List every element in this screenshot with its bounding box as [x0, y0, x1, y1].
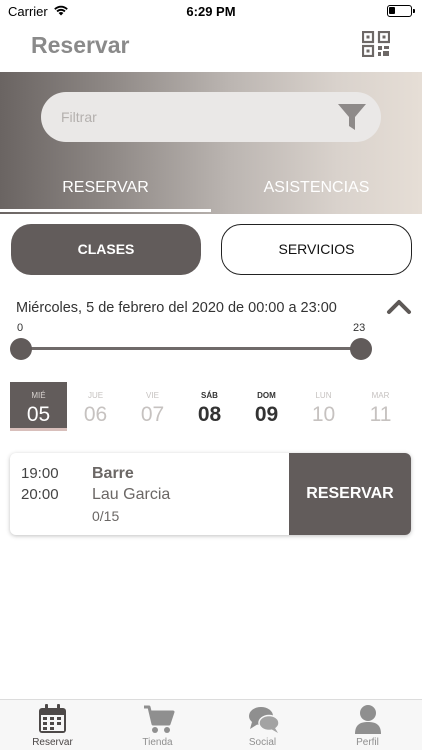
day-number-label: 05: [26, 403, 51, 426]
status-bar: Carrier 6:29 PM: [0, 0, 422, 24]
day-number-label: 11: [369, 403, 392, 426]
battery-icon: [387, 5, 415, 17]
hour-range-slider[interactable]: [22, 347, 362, 350]
tab-reservar[interactable]: RESERVAR: [0, 179, 211, 207]
class-end-time: 20:00: [21, 486, 59, 503]
chat-bubbles-icon: [249, 707, 280, 733]
tabbar-item-tienda[interactable]: Tienda: [105, 700, 210, 750]
class-card: 19:00 20:00 Barre Lau Garcia 0/15 RESERV…: [10, 453, 411, 535]
tabbar-label: Tienda: [142, 737, 173, 748]
clock: 6:29 PM: [186, 4, 236, 19]
chevron-up-icon[interactable]: [386, 297, 412, 315]
date-range-label: Miércoles, 5 de febrero del 2020 de 00:0…: [16, 300, 337, 316]
slider-handle-end[interactable]: [350, 338, 372, 360]
filter-input[interactable]: [61, 92, 331, 142]
filter-box: [41, 92, 381, 142]
class-instructor: Lau Garcia: [92, 486, 171, 503]
day-09[interactable]: DOM 09: [238, 382, 295, 431]
day-number-label: 10: [311, 403, 336, 426]
segment-servicios-button[interactable]: SERVICIOS: [221, 224, 412, 275]
class-name: Barre: [92, 465, 134, 482]
cart-icon: [144, 705, 175, 733]
filter-funnel-icon[interactable]: [337, 102, 367, 132]
tabbar-label: Social: [248, 737, 277, 748]
day-08[interactable]: SÁB 08: [181, 382, 238, 431]
day-of-week-label: SÁB: [201, 391, 218, 400]
day-of-week-label: VIE: [146, 391, 159, 400]
day-07[interactable]: VIE 07: [124, 382, 181, 431]
day-of-week-label: MAR: [371, 391, 390, 400]
day-of-week-label: MIÉ: [31, 391, 46, 400]
qr-code-icon[interactable]: [361, 30, 391, 58]
segment-clases-button[interactable]: CLASES: [11, 224, 201, 275]
page-title: Reservar: [31, 32, 130, 58]
class-start-time: 19:00: [21, 465, 59, 482]
day-05[interactable]: MIÉ 05: [10, 382, 67, 431]
tabbar-item-perfil[interactable]: Perfil: [315, 700, 420, 750]
calendar-icon: [39, 704, 66, 733]
day-number-label: 09: [254, 403, 279, 426]
day-number-label: 06: [83, 403, 108, 426]
tabbar-label: Perfil: [356, 737, 379, 748]
day-10[interactable]: LUN 10: [295, 382, 352, 431]
day-number-label: 07: [140, 403, 165, 426]
tab-indicator: [0, 209, 211, 212]
day-of-week-label: DOM: [257, 391, 276, 400]
day-of-week-label: LUN: [315, 391, 332, 400]
nav-header: Reservar: [0, 24, 422, 72]
range-min-label: 0: [17, 322, 24, 334]
person-icon: [355, 705, 381, 734]
tabbar-item-reservar[interactable]: Reservar: [0, 700, 105, 750]
day-of-week-label: JUE: [87, 391, 104, 400]
slider-handle-start[interactable]: [10, 338, 32, 360]
reserve-button[interactable]: RESERVAR: [289, 453, 411, 535]
range-max-label: 23: [353, 322, 366, 334]
day-11[interactable]: MAR 11: [352, 382, 409, 431]
tab-asistencias[interactable]: ASISTENCIAS: [211, 179, 422, 207]
day-number-label: 08: [197, 403, 222, 426]
tabbar-item-social[interactable]: Social: [210, 700, 315, 750]
bottom-tab-bar: Reservar Tienda Social Perfil: [0, 699, 422, 750]
hero-banner: RESERVAR ASISTENCIAS: [0, 72, 422, 214]
tabbar-label: Reservar: [32, 737, 73, 748]
day-06[interactable]: JUE 06: [67, 382, 124, 431]
class-spots: 0/15: [92, 508, 120, 524]
